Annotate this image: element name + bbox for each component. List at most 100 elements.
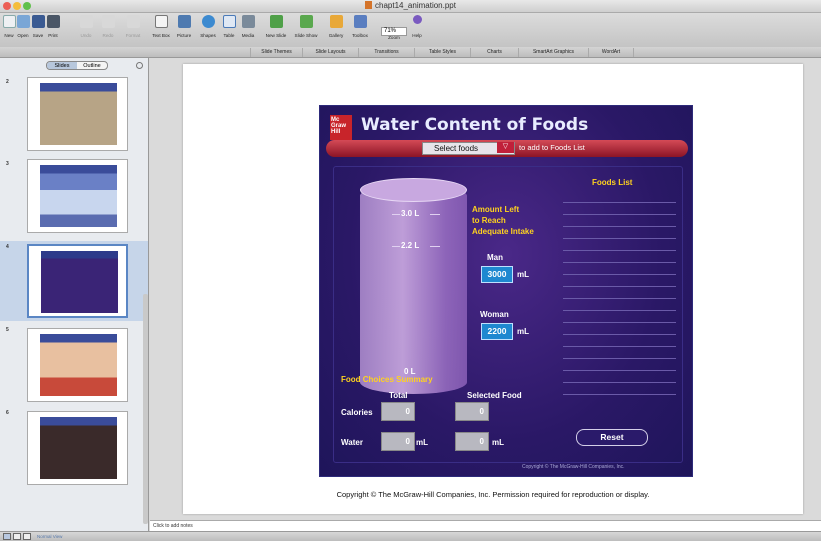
- slide-number: 3: [6, 161, 9, 167]
- tab-slides[interactable]: Slides: [47, 62, 77, 69]
- ribbon-tab-charts[interactable]: Charts: [470, 48, 518, 57]
- normal-view-icon[interactable]: [3, 533, 11, 540]
- slide-thumbnail-2[interactable]: [27, 77, 128, 151]
- tick-mark: [430, 246, 440, 247]
- toolbar-button-undo[interactable]: Undo: [79, 15, 93, 38]
- toolbar-button-help[interactable]: Help: [409, 15, 425, 38]
- title-bar: chapt14_animation.ppt: [0, 0, 821, 13]
- toolbar-button-table[interactable]: Table: [220, 15, 238, 38]
- man-value-box: 3000: [481, 266, 513, 283]
- picture-icon: [177, 15, 191, 28]
- man-unit: mL: [517, 270, 529, 279]
- help-icon: [412, 15, 422, 24]
- current-slide[interactable]: Mc Graw Hill Water Content of Foods Select…: [183, 64, 803, 514]
- water-content-animation[interactable]: Mc Graw Hill Water Content of Foods Select…: [319, 105, 693, 477]
- powerpoint-window: chapt14_animation.ppt New Open Save Prin…: [0, 0, 821, 541]
- toolbar-button-picture[interactable]: Picture: [174, 15, 194, 38]
- thumbnail-image: [41, 251, 118, 313]
- ribbon-tab-table-styles[interactable]: Table Styles: [414, 48, 470, 57]
- slide-number: 2: [6, 79, 9, 85]
- pane-view-switcher: Slides Outline: [46, 61, 108, 70]
- view-label: Normal View: [37, 534, 63, 539]
- redo-icon: [101, 15, 115, 28]
- water-total-unit: mL: [416, 438, 428, 447]
- foods-list-line: [563, 394, 676, 395]
- pane-close-icon[interactable]: [136, 62, 143, 69]
- animation-title: Water Content of Foods: [361, 115, 589, 135]
- media-icon: [241, 15, 255, 28]
- toolbar-button-open[interactable]: Open: [16, 15, 30, 38]
- foods-list-line: [563, 346, 676, 347]
- thumbnail-image: [40, 417, 117, 479]
- ribbon-tab-smartart-graphics[interactable]: SmartArt Graphics: [518, 48, 588, 57]
- text-box-icon: [154, 15, 168, 28]
- toolbar-button-media[interactable]: Media: [239, 15, 257, 38]
- foods-list-line: [563, 214, 676, 215]
- toolbar-button-toolbox[interactable]: Toolbox: [349, 15, 371, 38]
- tick-mark: [392, 246, 400, 247]
- toolbar-button-slide-show[interactable]: Slide Show: [292, 15, 320, 38]
- foods-list-line: [563, 322, 676, 323]
- foods-list-line: [563, 202, 676, 203]
- slide-thumbnail-4[interactable]: [27, 244, 128, 318]
- toolbar-button-shapes[interactable]: Shapes: [197, 15, 219, 38]
- water-label: Water: [341, 438, 363, 447]
- toolbar-button-redo[interactable]: Redo: [101, 15, 115, 38]
- woman-value-box: 2200: [481, 323, 513, 340]
- new-icon: [2, 15, 16, 28]
- new-slide-icon: [269, 15, 283, 28]
- slide-sorter-view-icon[interactable]: [13, 533, 21, 540]
- water-selected-box: 0: [455, 432, 489, 451]
- shapes-icon: [201, 15, 215, 28]
- slide-thumbnail-3[interactable]: [27, 159, 128, 233]
- mcgraw-hill-logo: Mc Graw Hill: [330, 115, 352, 140]
- slide-show-icon: [299, 15, 313, 28]
- foods-list-line: [563, 226, 676, 227]
- reset-button[interactable]: Reset: [576, 429, 648, 446]
- foods-list-line: [563, 310, 676, 311]
- toolbar-button-format[interactable]: Format: [124, 15, 142, 38]
- woman-unit: mL: [517, 327, 529, 336]
- dropdown-arrow-icon[interactable]: ▽: [497, 142, 514, 153]
- slides-pane: Slides Outline 2 3 4 5 6: [0, 58, 149, 531]
- ribbon-tab-slide-themes[interactable]: Slide Themes: [250, 48, 302, 57]
- ribbon-tab-transitions[interactable]: Transitions: [358, 48, 414, 57]
- slide-thumbnail-6[interactable]: [27, 411, 128, 485]
- toolbar-button-zoom[interactable]: Zoom: [384, 35, 404, 40]
- foods-list-line: [563, 250, 676, 251]
- ribbon-tab-slide-layouts[interactable]: Slide Layouts: [302, 48, 358, 57]
- ppt-document-icon: [365, 1, 373, 9]
- undo-icon: [79, 15, 93, 28]
- man-label: Man: [487, 253, 503, 262]
- toolbar-button-print[interactable]: Print: [46, 15, 60, 38]
- foods-list-title: Foods List: [592, 178, 633, 187]
- selected-food-header: Selected Food: [467, 391, 522, 400]
- toolbar-button-gallery[interactable]: Gallery: [326, 15, 346, 38]
- ribbon-tab-wordart[interactable]: WordArt: [588, 48, 634, 57]
- cylinder-label-3-0: 3.0 L: [401, 209, 420, 218]
- slide-number: 6: [6, 410, 9, 416]
- total-header: Total: [389, 391, 408, 400]
- slide-show-view-icon[interactable]: [23, 533, 31, 540]
- slide-copyright: Copyright © The McGraw-Hill Companies, I…: [336, 490, 650, 499]
- toolbar-button-save[interactable]: Save: [31, 15, 45, 38]
- water-selected-unit: mL: [492, 438, 504, 447]
- status-bar: Normal View: [0, 531, 821, 541]
- toolbar-button-text-box[interactable]: Text Box: [150, 15, 172, 38]
- select-hint: to add to Foods List: [519, 143, 585, 152]
- notes-field[interactable]: Click to add notes: [150, 520, 821, 531]
- toolbar-button-new-slide[interactable]: New Slide: [262, 15, 290, 38]
- slide-editing-area: Mc Graw Hill Water Content of Foods Select…: [150, 58, 821, 520]
- calories-total-box: 0: [381, 402, 415, 421]
- amount-left-label: Amount Left to Reach Adequate Intake: [472, 205, 534, 236]
- tick-mark: [430, 214, 440, 215]
- format-icon: [126, 15, 140, 28]
- gallery-icon: [329, 15, 343, 28]
- toolbar-button-new[interactable]: New: [2, 15, 16, 38]
- tab-outline[interactable]: Outline: [77, 62, 107, 69]
- foods-list-line: [563, 286, 676, 287]
- foods-list-line: [563, 274, 676, 275]
- animation-copyright: Copyright © The McGraw-Hill Companies, I…: [522, 464, 625, 470]
- slides-pane-scrollbar[interactable]: [143, 294, 148, 524]
- slide-thumbnail-5[interactable]: [27, 328, 128, 402]
